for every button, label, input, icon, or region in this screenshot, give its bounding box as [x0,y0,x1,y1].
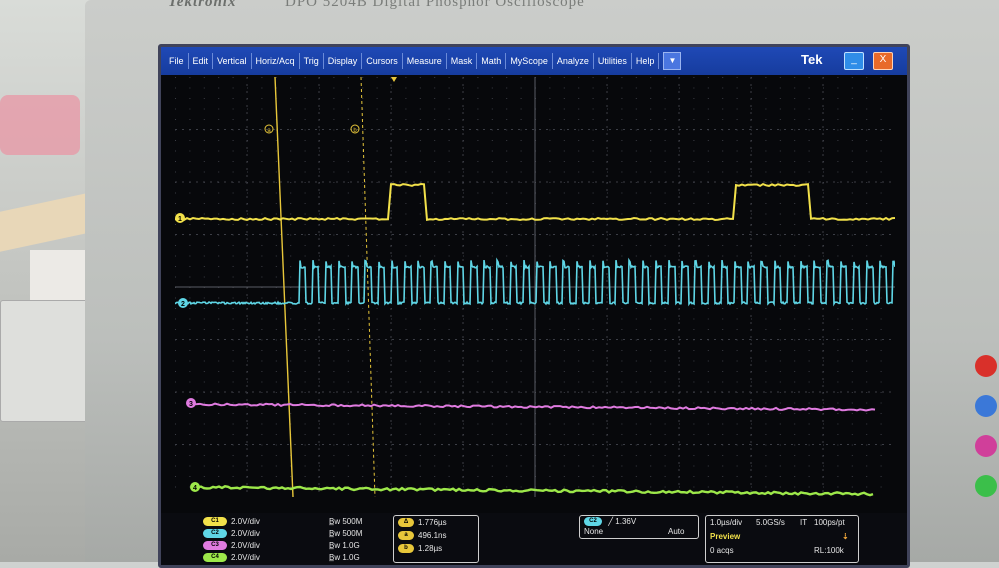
menu-trig[interactable]: Trig [300,53,324,69]
minimize-button[interactable]: _ [844,52,864,70]
sample-rate: 5.0GS/s [756,518,785,527]
cursor-b-value: 1.28µs [418,544,442,553]
cursor-a-readout: a 496.1ns [398,531,446,540]
model-label: DPO 5204B Digital Phosphor Oscilloscope [285,0,585,11]
ch1-scale: 2.0V/div [231,517,260,526]
cursor-readout-box[interactable]: Δ 1.776µs a 496.1ns b 1.28µs [393,515,479,563]
cursor-delta-value: 1.776µs [418,518,447,527]
close-button[interactable]: X [873,52,893,70]
front-button-green[interactable] [975,475,997,497]
ch3-bw-value: 1.0G [342,541,359,550]
background-object [0,95,80,155]
brand-logo: Tektronix [168,0,236,11]
front-panel-buttons [975,355,999,515]
ch2-marker-label: 2 [181,301,185,308]
trigger-mode: Auto [668,527,684,536]
oscilloscope-screen: File Edit Vertical Horiz/Acq Trig Displa… [158,44,910,568]
menu-mask[interactable]: Mask [447,53,478,69]
trigger-readout-box[interactable]: C2 ╱ 1.36V None Auto [579,515,699,539]
menu-dropdown-icon[interactable]: ▼ [663,52,681,70]
time-resolution: 100ps/pt [814,518,845,527]
ch2-chip: C2 [203,529,227,538]
ch2-bw-value: 500M [342,529,362,538]
ch2-readout[interactable]: C2 2.0V/div [203,529,260,538]
menu-file[interactable]: File [165,53,189,69]
ch3-chip: C3 [203,541,227,550]
ch1-readout[interactable]: C1 2.0V/div [203,517,260,526]
ch1-bw-value: 500M [342,517,362,526]
ch4-scale: 2.0V/div [231,553,260,562]
ch1-chip: C1 [203,517,227,526]
front-button-magenta[interactable] [975,435,997,457]
record-length: RL:100k [814,546,844,555]
acquisition-readout-box[interactable]: 1.0µs/div 5.0GS/s IT 100ps/pt Preview ⇣ … [705,515,859,563]
cursor-a-icon: a [398,531,414,540]
bandwidth-icon: B̲w [329,553,340,562]
background-object [30,250,90,300]
menu-vertical[interactable]: Vertical [213,53,252,69]
trigger-level: 1.36V [615,517,636,526]
ch2-scale: 2.0V/div [231,529,260,538]
cursor-delta-readout: Δ 1.776µs [398,518,447,527]
menu-bar: File Edit Vertical Horiz/Acq Trig Displa… [161,47,907,75]
cursor-b-icon: b [398,544,414,553]
bandwidth-icon: B̲w [329,517,340,526]
ch3-scale: 2.0V/div [231,541,260,550]
ch4-chip: C4 [203,553,227,562]
menu-measure[interactable]: Measure [403,53,447,69]
trigger-edge-icon: ╱ [608,517,613,526]
ch1-marker-label: 1 [178,216,182,223]
menu-cursors[interactable]: Cursors [362,53,403,69]
ch2-bandwidth: B̲w 500M [329,529,362,538]
acq-mode: IT [800,518,807,527]
ch4-marker-label: 4 [193,485,197,492]
trigger-source: C2 ╱ 1.36V [584,517,636,526]
menu-analyze[interactable]: Analyze [553,53,594,69]
background-box [0,300,97,422]
trigger-coupling: None [584,527,603,536]
ch4-readout[interactable]: C4 2.0V/div [203,553,260,562]
readout-panel: C1 2.0V/div B̲w 500M C2 2.0V/div B̲w 500M … [161,513,907,565]
tek-logo: Tek [801,52,822,67]
trigger-source-chip: C2 [584,517,602,526]
cursor-b-readout: b 1.28µs [398,544,442,553]
menu-help[interactable]: Help [632,53,660,69]
ch3-readout[interactable]: C3 2.0V/div [203,541,260,550]
menu-edit[interactable]: Edit [189,53,214,69]
bandwidth-icon: B̲w [329,529,340,538]
cursor-delta-icon: Δ [398,518,414,527]
ch4-bw-value: 1.0G [342,553,359,562]
menu-math[interactable]: Math [477,53,506,69]
ch3-bandwidth: B̲w 1.0G [329,541,360,550]
menu-utilities[interactable]: Utilities [594,53,632,69]
ch4-bandwidth: B̲w 1.0G [329,553,360,562]
bandwidth-icon: B̲w [329,541,340,550]
front-button-blue[interactable] [975,395,997,417]
ch3-marker-label: 3 [189,401,193,408]
menu-myscope[interactable]: MyScope [506,53,553,69]
horizontal-scale: 1.0µs/div [710,518,742,527]
front-button-red[interactable] [975,355,997,377]
menu-display[interactable]: Display [324,53,363,69]
acq-count: 0 acqs [710,546,734,555]
waveform-graticule: a b 1 2 3 4 [175,77,895,497]
ch1-bandwidth: B̲w 500M [329,517,362,526]
cursor-a-value: 496.1ns [418,531,446,540]
acq-state: Preview [710,532,740,541]
single-seq-icon: ⇣ [842,532,849,541]
menu-horiz-acq[interactable]: Horiz/Acq [252,53,300,69]
